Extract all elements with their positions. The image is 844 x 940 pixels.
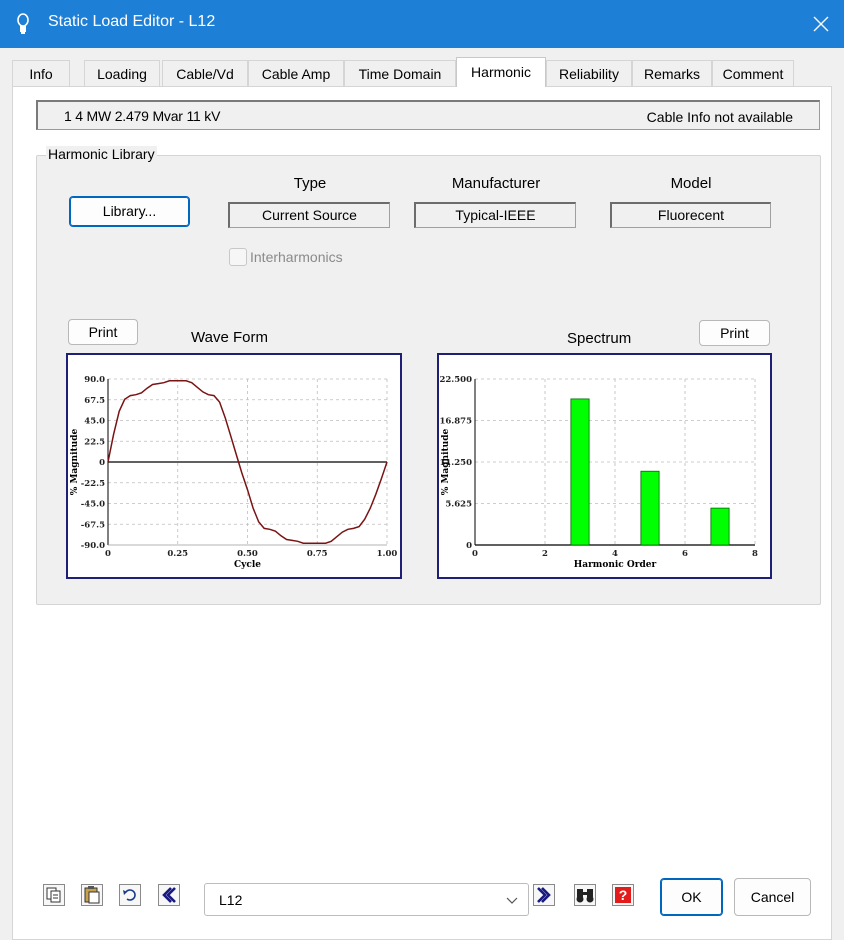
x-tick-label: 0.75 [307, 549, 328, 559]
tab-remarks[interactable]: Remarks [632, 60, 712, 86]
spectrum-bar [640, 470, 660, 546]
type-header: Type [293, 175, 327, 192]
y-tick-label: 0 [99, 458, 105, 468]
y-axis-label: % Magnitude [70, 429, 80, 496]
title-bar: Static Load Editor - L12 [0, 0, 844, 48]
x-tick-label: 4 [612, 549, 618, 559]
x-tick-label: 0.25 [167, 549, 188, 559]
close-icon[interactable] [798, 0, 844, 48]
spectrum-bar [710, 507, 730, 546]
tab-loading[interactable]: Loading [84, 60, 160, 86]
tab-reliability[interactable]: Reliability [546, 60, 632, 86]
y-tick-label: 22.500 [439, 375, 472, 385]
y-tick-label: 45.0 [84, 417, 105, 427]
x-tick-label: 0 [472, 549, 478, 559]
x-tick-label: 2 [542, 549, 548, 559]
manufacturer-value: Typical-IEEE [414, 202, 576, 228]
paste-icon[interactable] [81, 884, 103, 906]
svg-text:?: ? [619, 887, 628, 903]
waveform-title: Wave Form [191, 329, 268, 346]
tab-info[interactable]: Info [12, 60, 70, 86]
help-icon[interactable]: ? [612, 884, 634, 906]
x-tick-label: 0.50 [237, 549, 258, 559]
x-axis-label: Harmonic Order [574, 560, 657, 570]
x-tick-label: 8 [752, 549, 758, 559]
library-button[interactable]: Library... [69, 196, 190, 227]
load-info-bar: 1 4 MW 2.479 Mvar 11 kV Cable Info not a… [36, 100, 820, 130]
next-icon[interactable] [533, 884, 555, 906]
load-id-combo[interactable]: L12 [204, 883, 529, 916]
interharmonics-label: Interharmonics [250, 249, 343, 265]
manufacturer-header: Manufacturer [451, 175, 541, 192]
y-tick-label: -45.0 [81, 500, 105, 510]
cable-info-status: Cable Info not available [646, 109, 793, 125]
tab-harmonic[interactable]: Harmonic [456, 57, 546, 87]
y-tick-label: 5.625 [445, 500, 472, 510]
copy-icon[interactable] [43, 884, 65, 906]
ok-button[interactable]: OK [660, 878, 723, 916]
x-axis-label: Cycle [234, 560, 261, 570]
type-value: Current Source [228, 202, 390, 228]
y-axis-label: % Magnitude [441, 429, 451, 496]
spectrum-title: Spectrum [567, 330, 632, 347]
tab-comment[interactable]: Comment [712, 60, 794, 86]
spectrum-bar [570, 398, 590, 546]
binoculars-icon[interactable] [574, 884, 596, 906]
y-tick-label: -67.5 [81, 520, 105, 530]
harmonic-library-label: Harmonic Library [46, 146, 157, 162]
spectrum-plot: 0 2 4 6 822.50016.87511.2505.6250Harmonic Or… [439, 375, 758, 570]
chevron-down-icon[interactable] [506, 894, 518, 906]
waveform-plot: 0 0.25 0.50 0.75 1.00 90.0 67.5 45.0 22.5 0 -22.5 -… [70, 375, 398, 570]
y-tick-label: 0 [466, 541, 472, 551]
x-tick-label: 0 [105, 549, 111, 559]
model-header: Model [670, 175, 712, 192]
cancel-button[interactable]: Cancel [734, 878, 811, 916]
undo-icon[interactable] [119, 884, 141, 906]
load-id-value: L12 [219, 892, 243, 908]
spectrum-print-button[interactable]: Print [699, 320, 770, 346]
waveform-print-button[interactable]: Print [68, 319, 138, 345]
y-tick-label: 90.0 [84, 375, 105, 385]
y-tick-label: 16.875 [439, 417, 472, 427]
tab-cable-amp[interactable]: Cable Amp [248, 60, 344, 86]
y-tick-label: -90.0 [81, 541, 105, 551]
x-tick-label: 6 [682, 549, 688, 559]
waveform-chart: 0 0.25 0.50 0.75 1.00 90.0 67.5 45.0 22.5 0 -22.5 -… [66, 353, 402, 579]
y-tick-label: -22.5 [81, 479, 105, 489]
x-tick-label: 1.00 [377, 549, 398, 559]
tab-cable-vd[interactable]: Cable/Vd [162, 60, 248, 86]
window-title: Static Load Editor - L12 [48, 13, 216, 30]
y-tick-label: 22.5 [84, 437, 105, 447]
light-bulb-icon [17, 13, 29, 34]
interharmonics-checkbox[interactable] [229, 248, 247, 266]
tab-time-domain[interactable]: Time Domain [344, 60, 456, 86]
model-value: Fluorecent [610, 202, 771, 228]
previous-icon[interactable] [158, 884, 180, 906]
y-tick-label: 67.5 [84, 396, 105, 406]
spectrum-chart: 0 2 4 6 8 22.500 16.875 11.250 5.625 0 Harmonic Or… [437, 353, 772, 579]
load-summary: 1 4 MW 2.479 Mvar 11 kV [64, 108, 221, 124]
